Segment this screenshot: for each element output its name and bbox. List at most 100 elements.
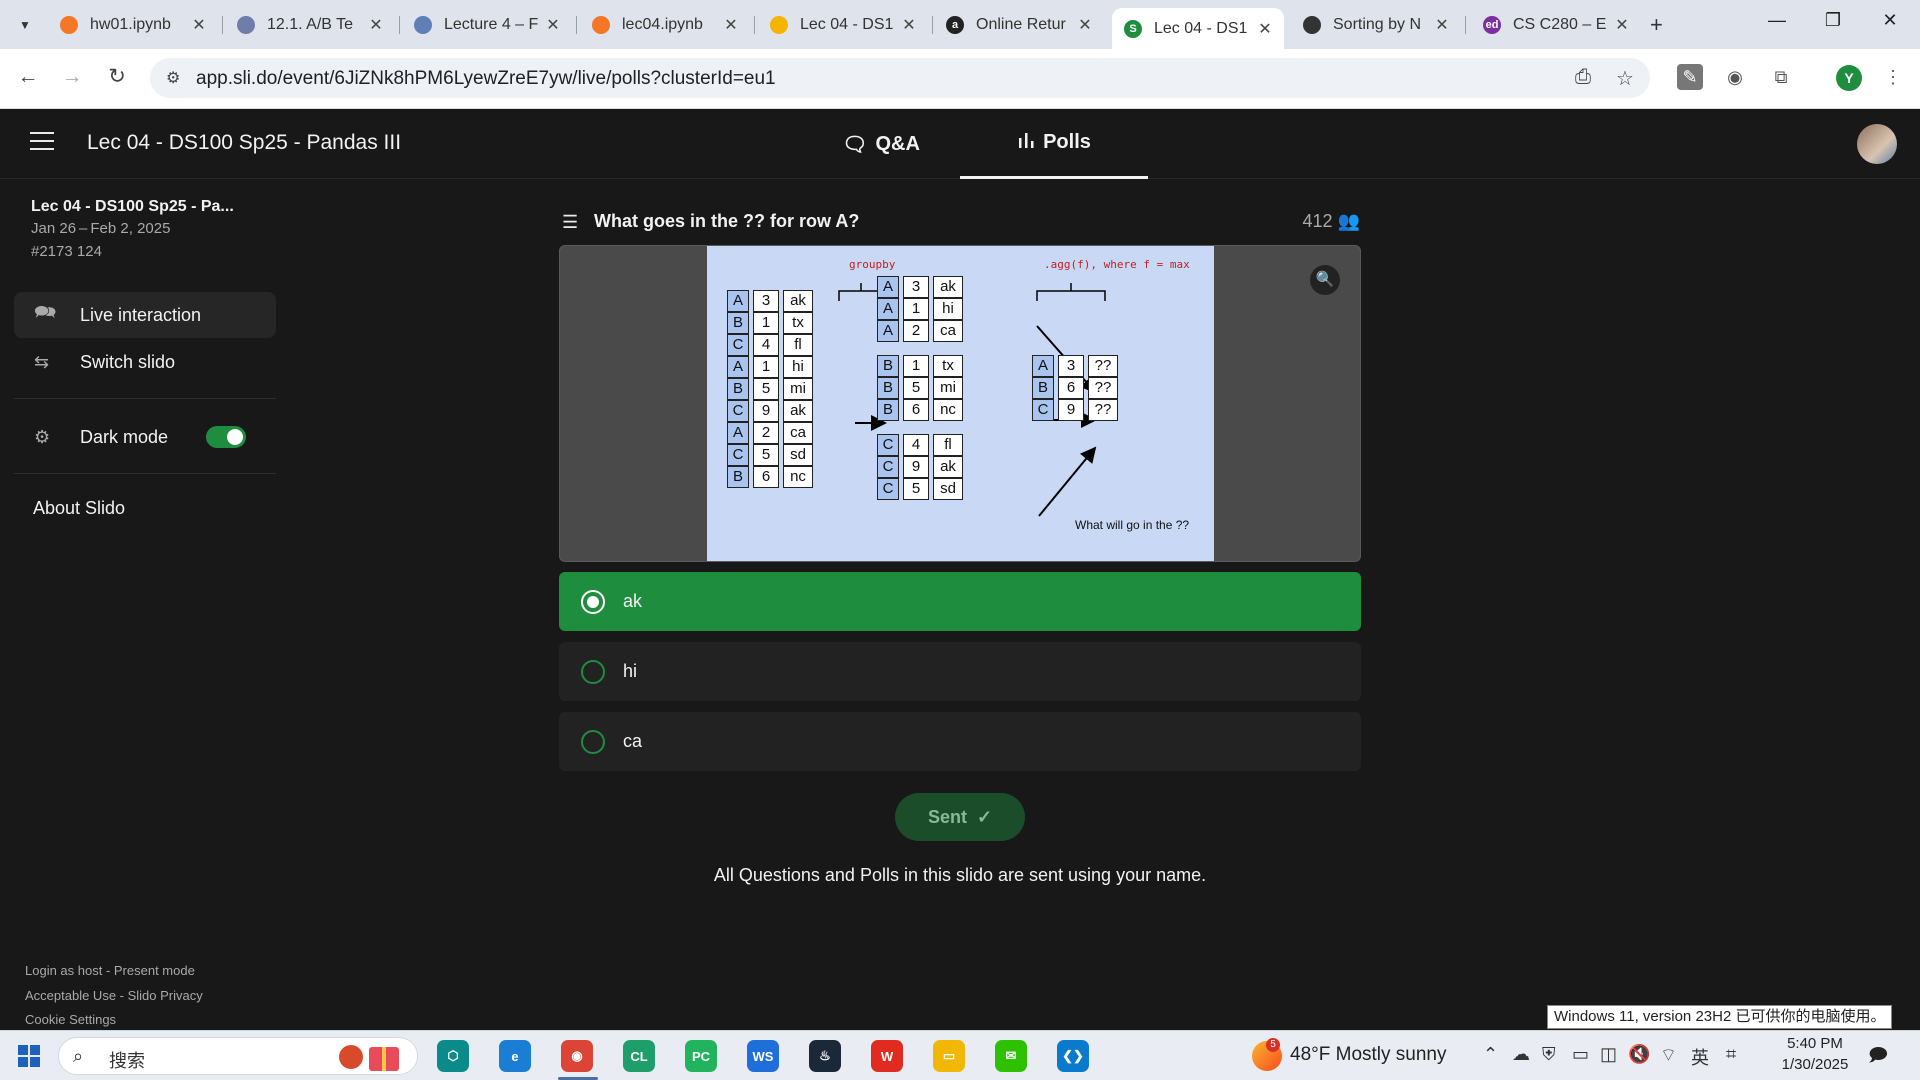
site-info-icon[interactable]: ⚙ <box>166 68 180 88</box>
meet-icon[interactable]: ◫ <box>1600 1044 1617 1065</box>
weather-badge: 5 <box>1266 1038 1280 1052</box>
dark-mode-toggle[interactable] <box>206 426 246 448</box>
poll-option[interactable]: ak <box>559 572 1361 631</box>
identity-note: All Questions and Polls in this slido ar… <box>713 865 1207 885</box>
clock-time[interactable]: 5:40 PM <box>1775 1035 1855 1052</box>
table-cell: 9 <box>903 456 929 478</box>
radio-button[interactable] <box>581 589 605 614</box>
browser-menu-icon[interactable]: ⋮ <box>1880 64 1906 90</box>
zoom-magnifier-icon[interactable]: 🔍 <box>1310 265 1340 295</box>
tab-close-icon[interactable]: ✕ <box>722 15 740 35</box>
browser-tab[interactable]: ed CS C280 – E ✕ <box>1471 8 1641 41</box>
weather-widget[interactable]: 48°F Mostly sunny <box>1290 1044 1447 1066</box>
tab-title: CS C280 – E <box>1513 15 1607 33</box>
bookmark-star-icon[interactable]: ☆ <box>1616 66 1634 91</box>
ime-grid-icon[interactable]: ⌗ <box>1726 1044 1736 1065</box>
url-text[interactable]: app.sli.do/event/6JiZNk8hPM6LyewZreE7yw/… <box>196 68 776 90</box>
reload-button[interactable]: ↻ <box>103 63 131 91</box>
minimize-button[interactable]: — <box>1762 10 1792 31</box>
taskbar-app-wps-icon[interactable]: W <box>871 1040 903 1072</box>
battery-icon[interactable]: ▭ <box>1572 1044 1589 1065</box>
taskbar-app-app-teal-icon[interactable]: ⬡ <box>437 1040 469 1072</box>
tab-qa[interactable]: 🗨 Q&A <box>826 109 936 179</box>
tab-title: Lec 04 - DS1 <box>1154 19 1248 37</box>
install-app-icon[interactable]: ⎙ <box>1575 66 1591 89</box>
table-cell: tx <box>933 355 963 377</box>
start-windows-icon[interactable] <box>18 1045 40 1067</box>
notification-center-icon[interactable]: 🗩 <box>1868 1043 1894 1069</box>
taskbar-app-file-explorer-icon[interactable]: ▭ <box>933 1040 965 1072</box>
footer-host-link[interactable]: Login as host - Present mode <box>25 963 195 978</box>
tab-separator <box>399 16 400 34</box>
tab-close-icon[interactable]: ✕ <box>367 15 385 35</box>
taskbar-app-vscode-icon[interactable]: ❮❯ <box>1057 1040 1089 1072</box>
ime-language-indicator[interactable]: 英 <box>1691 1044 1709 1070</box>
omnibox[interactable]: ⚙ app.sli.do/event/6JiZNk8hPM6LyewZreE7y… <box>150 58 1650 98</box>
taskbar-app-steam-icon[interactable]: ♨ <box>809 1040 841 1072</box>
browser-tab[interactable]: S Lec 04 - DS1 ✕ <box>1112 8 1284 49</box>
radio-button[interactable] <box>581 729 605 754</box>
tab-close-icon[interactable]: ✕ <box>544 15 562 35</box>
browser-tab[interactable]: a Online Retur ✕ <box>934 8 1104 41</box>
taskbar-app-webstorm-icon[interactable]: WS <box>747 1040 779 1072</box>
profile-avatar[interactable]: Y <box>1836 65 1862 91</box>
user-avatar[interactable] <box>1857 124 1897 164</box>
sidebar-item-about[interactable]: About Slido <box>33 498 125 519</box>
browser-tab[interactable]: Lecture 4 – F ✕ <box>402 8 572 41</box>
new-tab-button[interactable]: + <box>1650 12 1663 38</box>
back-button[interactable]: ← <box>14 63 42 91</box>
close-window-button[interactable]: ✕ <box>1875 10 1905 31</box>
table-cell: C <box>1032 399 1054 421</box>
language-flag-icon[interactable]: ◉ <box>1722 64 1748 90</box>
tab-favicon-icon: a <box>946 15 964 34</box>
browser-tab[interactable]: hw01.ipynb ✕ <box>48 8 218 41</box>
table-cell: A <box>1032 355 1054 377</box>
tab-close-icon[interactable]: ✕ <box>900 15 918 35</box>
taskbar-search[interactable]: ⌕ 搜索 <box>58 1037 418 1075</box>
poll-option[interactable]: ca <box>559 712 1361 771</box>
volume-muted-icon[interactable]: 🔇 <box>1628 1044 1650 1065</box>
weather-desc: Mostly sunny <box>1335 1044 1447 1065</box>
security-icon[interactable]: ⛨ <box>1542 1044 1556 1065</box>
footer-policy-link[interactable]: Acceptable Use - Slido Privacy <box>25 988 203 1003</box>
tab-close-icon[interactable]: ✕ <box>1256 19 1274 39</box>
taskbar-app-wechat-icon[interactable]: ✉ <box>995 1040 1027 1072</box>
extensions-puzzle-icon[interactable]: ⧉ <box>1768 64 1794 90</box>
forward-button[interactable]: → <box>58 63 86 91</box>
browser-tab[interactable]: 12.1. A/B Te ✕ <box>225 8 395 41</box>
browser-tab[interactable]: lec04.ipynb ✕ <box>580 8 750 41</box>
wifi-icon[interactable]: ⌔ <box>1660 1044 1677 1067</box>
table-cell: ca <box>783 422 813 444</box>
clock-date[interactable]: 1/30/2025 <box>1765 1056 1865 1073</box>
poll-image[interactable]: groupby .agg(f), where f = max What will… <box>559 245 1361 562</box>
sidebar-item-live-interaction[interactable]: 🗪 Live interaction <box>14 292 276 338</box>
restore-button[interactable]: ❐ <box>1818 10 1848 31</box>
tab-polls[interactable]: Polls <box>960 109 1148 179</box>
table-cell: 9 <box>1058 399 1084 421</box>
browser-tab[interactable]: Lec 04 - DS1 ✕ <box>758 8 928 41</box>
tab-favicon-icon <box>592 15 610 34</box>
taskbar-app-chrome-icon[interactable]: ◉ <box>561 1040 593 1072</box>
browser-tab[interactable]: Sorting by N ✕ <box>1291 8 1461 41</box>
search-highlight-art-icon <box>339 1045 399 1071</box>
onedrive-cloud-icon[interactable]: ☁ <box>1512 1044 1530 1065</box>
sent-button[interactable]: Sent ✓ <box>895 793 1025 841</box>
hamburger-menu-icon[interactable] <box>30 132 54 152</box>
taskbar-app-pycharm-icon[interactable]: PC <box>685 1040 717 1072</box>
tab-close-icon[interactable]: ✕ <box>190 15 208 35</box>
sidebar-item-switch-slido[interactable]: ⇆ Switch slido <box>14 339 276 385</box>
footer-cookie-link[interactable]: Cookie Settings <box>25 1012 116 1027</box>
poll-header: ☰ What goes in the ?? for row A? 412 👥 <box>560 208 1360 238</box>
tab-close-icon[interactable]: ✕ <box>1613 15 1631 35</box>
tab-search-button[interactable]: ▼ <box>12 12 38 38</box>
poll-option[interactable]: hi <box>559 642 1361 701</box>
show-hidden-icons-chevron-icon[interactable]: ⌃ <box>1483 1044 1498 1065</box>
taskbar-app-clion-icon[interactable]: CL <box>623 1040 655 1072</box>
radio-button[interactable] <box>581 659 605 684</box>
taskbar-app-edge-icon[interactable]: e <box>499 1040 531 1072</box>
tab-favicon-icon <box>1303 15 1321 34</box>
table-cell: ?? <box>1088 399 1118 421</box>
tab-close-icon[interactable]: ✕ <box>1433 15 1451 35</box>
tab-close-icon[interactable]: ✕ <box>1076 15 1094 35</box>
extension-icon[interactable]: ✎ <box>1677 64 1703 90</box>
